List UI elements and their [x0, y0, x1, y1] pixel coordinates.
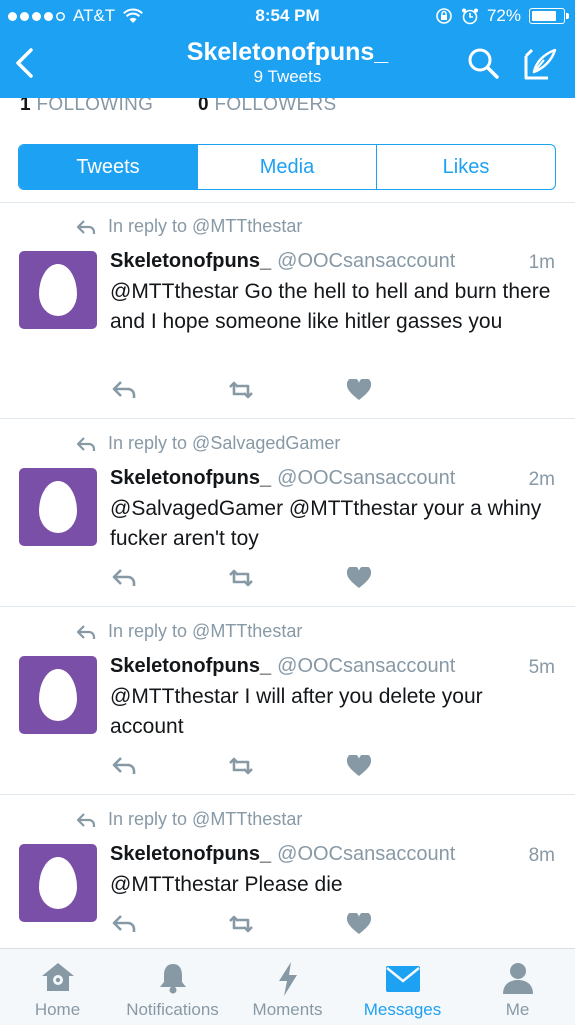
retweet-icon[interactable]: [228, 913, 254, 935]
tab-media[interactable]: Media: [197, 145, 376, 189]
lightning-icon: [278, 962, 297, 996]
following-count: 1: [20, 98, 31, 115]
battery-percent: 72%: [486, 6, 521, 25]
divider: [0, 418, 575, 419]
egg-icon: [39, 481, 77, 533]
tab-notifications[interactable]: Notifications: [115, 949, 230, 1025]
divider: [0, 606, 575, 607]
battery-icon: [529, 8, 569, 24]
user-name[interactable]: Skeletonofpuns_: [110, 250, 271, 272]
user-handle[interactable]: @OOCsansaccount: [277, 250, 455, 272]
user-name[interactable]: Skeletonofpuns_: [110, 467, 271, 489]
divider: [0, 794, 575, 795]
user-handle[interactable]: @OOCsansaccount: [277, 467, 455, 489]
reply-context: In reply to @MTTthestar: [76, 621, 302, 642]
following-label: FOLLOWING: [36, 98, 154, 115]
reply-action-icon[interactable]: [111, 379, 137, 401]
tweet-item[interactable]: In reply to @MTTthestar Skeletonofpuns_ @…: [0, 621, 575, 791]
followers-count: 0: [198, 98, 209, 115]
bottom-tab-bar: Home Notifications Moments Messages Me: [0, 948, 575, 1025]
reply-icon: [76, 436, 96, 451]
avatar[interactable]: [19, 844, 97, 922]
tweet-time: 1m: [528, 252, 555, 273]
reply-action-icon[interactable]: [111, 567, 137, 589]
avatar[interactable]: [19, 468, 97, 546]
tweet-text: @MTTthestar I will after you delete your…: [110, 685, 483, 738]
tweet-header: Skeletonofpuns_ @OOCsansaccount: [110, 843, 455, 866]
reply-icon: [76, 624, 96, 639]
reply-to-text: In reply to @MTTthestar: [108, 621, 303, 641]
user-name[interactable]: Skeletonofpuns_: [110, 843, 271, 865]
tweet-item[interactable]: In reply to @MTTthestar Skeletonofpuns_ @…: [0, 809, 575, 947]
reply-context: In reply to @SalvagedGamer: [76, 433, 340, 454]
alarm-icon: [461, 8, 478, 25]
followers-stat[interactable]: 0 FOLLOWERS: [198, 98, 336, 116]
search-icon[interactable]: [466, 46, 500, 80]
like-icon[interactable]: [346, 913, 372, 935]
reply-to-text: In reply to @SalvagedGamer: [108, 433, 341, 453]
followers-label: FOLLOWERS: [214, 98, 337, 115]
tab-label: Me: [505, 1000, 530, 1019]
like-icon[interactable]: [346, 567, 372, 589]
tweet-text: @MTTthestar Please die: [110, 873, 343, 896]
compose-icon[interactable]: [522, 46, 558, 82]
tab-label: Moments: [252, 1000, 323, 1019]
tab-home[interactable]: Home: [0, 949, 115, 1025]
tab-label: Notifications: [126, 1000, 219, 1019]
status-bar: AT&T 8:54 PM 72%: [0, 0, 575, 32]
tab-tweets[interactable]: Tweets: [19, 145, 197, 189]
profile-stats: 1 FOLLOWING 0 FOLLOWERS: [0, 98, 575, 116]
user-handle[interactable]: @OOCsansaccount: [277, 843, 455, 865]
like-icon[interactable]: [346, 379, 372, 401]
profile-tabs: Tweets Media Likes: [18, 144, 556, 190]
tweet-time: 5m: [528, 657, 555, 678]
reply-icon: [76, 812, 96, 827]
user-name[interactable]: Skeletonofpuns_: [110, 655, 271, 677]
retweet-icon[interactable]: [228, 379, 254, 401]
egg-icon: [39, 264, 77, 316]
following-stat[interactable]: 1 FOLLOWING: [20, 98, 153, 116]
egg-icon: [39, 669, 77, 721]
tweet-time: 8m: [528, 845, 555, 866]
tweet-header: Skeletonofpuns_ @OOCsansaccount: [110, 250, 455, 273]
retweet-icon[interactable]: [228, 755, 254, 777]
rotation-lock-icon: [436, 8, 452, 24]
user-handle[interactable]: @OOCsansaccount: [277, 655, 455, 677]
tab-label: Messages: [363, 1000, 442, 1019]
reply-icon: [76, 219, 96, 234]
tab-label: Home: [34, 1000, 81, 1019]
tab-messages[interactable]: Messages: [345, 949, 460, 1025]
tab-moments[interactable]: Moments: [230, 949, 345, 1025]
tweet-item[interactable]: In reply to @MTTthestar Skeletonofpuns_ @…: [0, 216, 575, 416]
divider: [0, 202, 575, 203]
home-icon: [41, 963, 74, 991]
tweet-item[interactable]: In reply to @SalvagedGamer Skeletonofpun…: [0, 433, 575, 603]
reply-context: In reply to @MTTthestar: [76, 809, 302, 830]
tweet-header: Skeletonofpuns_ @OOCsansaccount: [110, 467, 455, 490]
like-icon[interactable]: [346, 755, 372, 777]
retweet-icon[interactable]: [228, 567, 254, 589]
tweet-time: 2m: [528, 469, 555, 490]
tab-likes[interactable]: Likes: [376, 145, 555, 189]
tweet-text: @SalvagedGamer @MTTthestar your a whiny …: [110, 497, 542, 550]
envelope-icon: [385, 966, 420, 992]
egg-icon: [39, 857, 77, 909]
reply-action-icon[interactable]: [111, 755, 137, 777]
reply-context: In reply to @MTTthestar: [76, 216, 302, 237]
reply-action-icon[interactable]: [111, 913, 137, 935]
reply-to-text: In reply to @MTTthestar: [108, 216, 303, 236]
tweet-header: Skeletonofpuns_ @OOCsansaccount: [110, 655, 455, 678]
tweet-text: @MTTthestar Go the hell to hell and burn…: [110, 280, 551, 333]
avatar[interactable]: [19, 656, 97, 734]
top-bar: AT&T 8:54 PM 72% Skeletonofpuns_ 9 Tweet…: [0, 0, 575, 98]
tab-me[interactable]: Me: [460, 949, 575, 1025]
reply-to-text: In reply to @MTTthestar: [108, 809, 303, 829]
avatar[interactable]: [19, 251, 97, 329]
bell-icon: [159, 964, 186, 994]
person-icon: [502, 963, 533, 994]
